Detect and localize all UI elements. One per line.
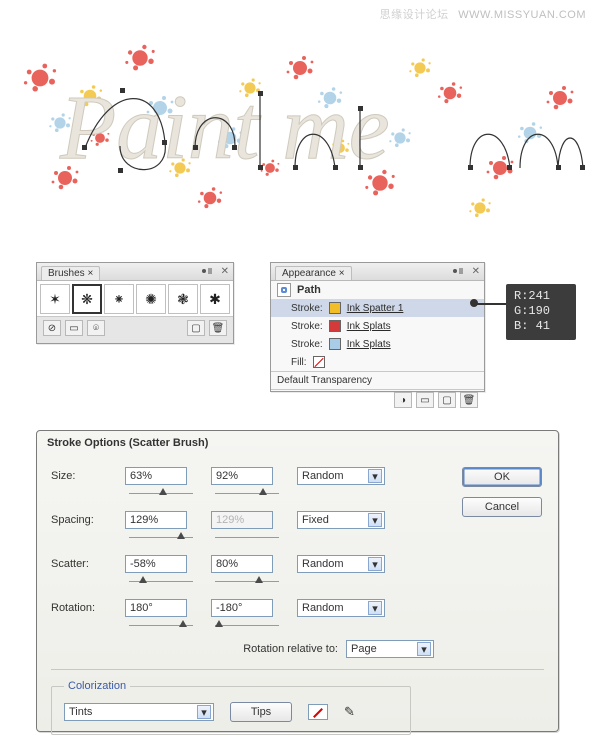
stroke-name[interactable]: Ink Splats bbox=[347, 339, 391, 350]
panel-tabbar: Brushes × ✕ bbox=[37, 263, 233, 281]
stroke-swatch[interactable] bbox=[329, 302, 341, 314]
watermark: 思缘设计论坛 WWW.MISSYUAN.COM bbox=[380, 6, 586, 22]
chevron-down-icon: ▾ bbox=[368, 557, 382, 571]
rotation-relative-dropdown[interactable]: Page ▾ bbox=[346, 640, 434, 658]
chevron-down-icon: ▾ bbox=[417, 642, 431, 656]
spacing-label: Spacing: bbox=[51, 514, 111, 526]
tab-brushes[interactable]: Brushes × bbox=[41, 266, 100, 280]
rotation-label: Rotation: bbox=[51, 602, 111, 614]
dialog-title: Stroke Options (Scatter Brush) bbox=[37, 431, 558, 455]
panel-close-icon[interactable]: ✕ bbox=[472, 265, 480, 277]
chevron-down-icon: ▾ bbox=[368, 601, 382, 615]
spacing-max-field: 129% bbox=[211, 511, 273, 529]
path-icon bbox=[277, 283, 291, 297]
trash-icon[interactable]: 🗑 bbox=[460, 392, 478, 408]
rotation-relative-label: Rotation relative to: bbox=[243, 643, 338, 655]
appearance-transparency-row[interactable]: Default Transparency bbox=[271, 371, 484, 389]
rgb-callout: R:241 G:190 B: 41 bbox=[506, 284, 576, 340]
spacing-slider-2 bbox=[211, 533, 283, 541]
brush-thumb[interactable]: ⁕ bbox=[104, 284, 134, 314]
dialog-buttons: OK Cancel bbox=[462, 467, 542, 517]
appearance-object-row: Path bbox=[271, 281, 484, 299]
size-label: Size: bbox=[51, 470, 111, 482]
appearance-footer: ◑ ▭ ▢ 🗑 bbox=[271, 389, 484, 410]
ok-button[interactable]: OK bbox=[462, 467, 542, 487]
scatter-max-field[interactable]: 80% bbox=[211, 555, 273, 573]
size-slider-2[interactable] bbox=[211, 489, 283, 497]
chevron-down-icon: ▾ bbox=[368, 513, 382, 527]
callout-line bbox=[475, 303, 507, 305]
stroke-name[interactable]: Ink Spatter 1 bbox=[347, 303, 404, 314]
fill-none-swatch[interactable] bbox=[313, 356, 325, 368]
watermark-en: WWW.MISSYUAN.COM bbox=[458, 9, 586, 21]
size-min-field[interactable]: 63% bbox=[125, 467, 187, 485]
appearance-fill-row[interactable]: Fill: bbox=[271, 353, 484, 371]
brush-options-icon[interactable]: ⌾ bbox=[87, 320, 105, 336]
duplicate-icon[interactable]: ▢ bbox=[438, 392, 456, 408]
panel-menu-icon[interactable] bbox=[201, 266, 213, 276]
brush-toolbar: ⊘ ▭ ⌾ ▢ 🗑 bbox=[37, 317, 233, 339]
panel-close-icon[interactable]: ✕ bbox=[221, 265, 229, 277]
stroke-name[interactable]: Ink Splats bbox=[347, 321, 391, 332]
artwork-canvas: Paint me bbox=[0, 28, 600, 238]
scatter-mode-dropdown[interactable]: Random ▾ bbox=[297, 555, 385, 573]
spacing-mode-dropdown[interactable]: Fixed ▾ bbox=[297, 511, 385, 529]
rotation-slider-2[interactable] bbox=[211, 621, 283, 629]
rotation-min-field[interactable]: 180° bbox=[125, 599, 187, 617]
stroke-options-dialog: Stroke Options (Scatter Brush) OK Cancel… bbox=[36, 430, 559, 732]
colorization-group: Colorization Tints ▾ Tips ✎ bbox=[51, 680, 411, 735]
appearance-stroke-row[interactable]: Stroke: Ink Spatter 1 bbox=[271, 299, 484, 317]
brush-trash-icon[interactable]: 🗑 bbox=[209, 320, 227, 336]
scatter-row: Scatter: -58% 80% Random ▾ bbox=[51, 549, 544, 579]
tips-button[interactable]: Tips bbox=[230, 702, 292, 722]
appearance-stroke-row[interactable]: Stroke: Ink Splats bbox=[271, 317, 484, 335]
size-max-field[interactable]: 92% bbox=[211, 467, 273, 485]
panel-menu-icon[interactable] bbox=[452, 266, 464, 276]
scatter-slider-1[interactable] bbox=[125, 577, 197, 585]
new-fill-icon[interactable]: ◑ bbox=[394, 392, 412, 408]
brush-thumb[interactable]: ❃ bbox=[168, 284, 198, 314]
key-color-swatch[interactable] bbox=[308, 704, 328, 720]
brush-new-icon[interactable]: ▭ bbox=[65, 320, 83, 336]
appearance-stroke-row[interactable]: Stroke: Ink Splats bbox=[271, 335, 484, 353]
new-stroke-icon[interactable]: ▭ bbox=[416, 392, 434, 408]
cancel-button[interactable]: Cancel bbox=[462, 497, 542, 517]
rotation-relative-row: Rotation relative to: Page ▾ bbox=[51, 637, 544, 661]
rotation-max-field[interactable]: -180° bbox=[211, 599, 273, 617]
colorization-legend: Colorization bbox=[64, 680, 130, 692]
brush-noentry-icon[interactable]: ⊘ bbox=[43, 320, 61, 336]
panel-tabbar: Appearance × ✕ bbox=[271, 263, 484, 281]
scatter-label: Scatter: bbox=[51, 558, 111, 570]
rotation-row: Rotation: 180° -180° Random ▾ bbox=[51, 593, 544, 623]
brush-new2-icon[interactable]: ▢ bbox=[187, 320, 205, 336]
stroke-swatch[interactable] bbox=[329, 320, 341, 332]
chevron-down-icon: ▾ bbox=[368, 469, 382, 483]
watermark-cn: 思缘设计论坛 bbox=[380, 9, 449, 21]
rotation-slider-1[interactable] bbox=[125, 621, 197, 629]
scatter-min-field[interactable]: -58% bbox=[125, 555, 187, 573]
appearance-object-label: Path bbox=[297, 284, 321, 296]
brush-thumb[interactable]: ✱ bbox=[200, 284, 230, 314]
artwork-text: Paint me bbox=[59, 76, 390, 178]
chevron-down-icon: ▾ bbox=[197, 705, 211, 719]
eyedropper-icon[interactable]: ✎ bbox=[344, 704, 355, 720]
brush-list: ✶ ❋ ⁕ ✺ ❃ ✱ bbox=[37, 281, 233, 317]
tab-appearance[interactable]: Appearance × bbox=[275, 266, 352, 280]
brushes-panel: Brushes × ✕ ✶ ❋ ⁕ ✺ ❃ ✱ ⊘ ▭ ⌾ ▢ 🗑 bbox=[36, 262, 234, 344]
size-slider-1[interactable] bbox=[125, 489, 197, 497]
appearance-panel: Appearance × ✕ Path Stroke: Ink Spatter … bbox=[270, 262, 485, 392]
rotation-mode-dropdown[interactable]: Random ▾ bbox=[297, 599, 385, 617]
spacing-slider-1[interactable] bbox=[125, 533, 197, 541]
brush-thumb-selected[interactable]: ❋ bbox=[72, 284, 102, 314]
stroke-swatch[interactable] bbox=[329, 338, 341, 350]
brush-thumb[interactable]: ✶ bbox=[40, 284, 70, 314]
spacing-min-field[interactable]: 129% bbox=[125, 511, 187, 529]
size-mode-dropdown[interactable]: Random ▾ bbox=[297, 467, 385, 485]
colorization-method-dropdown[interactable]: Tints ▾ bbox=[64, 703, 214, 721]
brush-thumb[interactable]: ✺ bbox=[136, 284, 166, 314]
separator bbox=[51, 669, 544, 670]
scatter-slider-2[interactable] bbox=[211, 577, 283, 585]
